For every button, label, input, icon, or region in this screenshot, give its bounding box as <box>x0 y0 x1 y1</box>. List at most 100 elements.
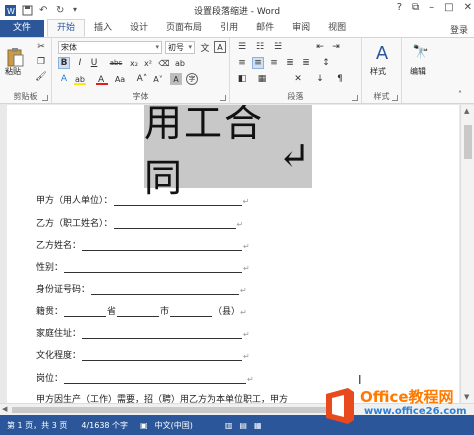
cut-icon[interactable]: ✂ <box>35 41 47 53</box>
line-party-b[interactable]: 乙方（职工姓名）： ↵ <box>36 216 243 229</box>
web-layout-icon[interactable]: ▦ <box>254 421 262 430</box>
decrease-indent-icon[interactable]: ⇤ <box>314 41 326 53</box>
line-label: 身份证号码： <box>36 285 91 295</box>
align-left-icon[interactable]: ≡ <box>236 57 248 69</box>
multilevel-list-icon[interactable]: ☱ <box>272 41 284 53</box>
tab-home[interactable]: 开始 <box>47 19 86 37</box>
print-layout-icon[interactable]: ▤ <box>239 421 247 430</box>
page-count[interactable]: 第 1 页，共 3 页 <box>7 420 67 431</box>
line-address[interactable]: 家庭住址： ↵ <box>36 326 250 339</box>
text-effect-icon[interactable]: A <box>58 73 70 85</box>
county-label: （县） <box>213 307 241 317</box>
strikethrough-button[interactable]: abc <box>110 57 123 69</box>
italic-button[interactable]: I <box>74 57 86 69</box>
line-native-place[interactable]: 籍贯： 省 市 （县） ↵ <box>36 304 247 317</box>
align-center-icon[interactable]: ≡ <box>252 57 264 69</box>
font-launcher-icon[interactable] <box>220 95 226 101</box>
editing-icon[interactable]: 🔭 <box>410 41 432 63</box>
justify-icon[interactable]: ≣ <box>284 57 296 69</box>
tab-design[interactable]: 设计 <box>121 20 157 37</box>
wen-icon[interactable]: 文 <box>199 41 211 54</box>
proofing-icon[interactable]: ▣ <box>140 421 148 430</box>
paragraph-group: ☰ ☷ ☱ ⇤ ⇥ ≡ ≡ ≡ ≣ ≣ ↕ ◧ ▦ ✕ ↓ ¶ 段落 <box>230 38 362 104</box>
line-gender[interactable]: 性别： ↵ <box>36 260 250 273</box>
word-count[interactable]: 4/1638 个字 <box>81 420 128 431</box>
paragraph-launcher-icon[interactable] <box>352 95 358 101</box>
chevron-down-icon: ▾ <box>155 43 159 51</box>
ribbon-display-button[interactable]: ⧉ <box>412 2 419 13</box>
document-page[interactable]: 用工合同 ↵ 甲方（用人单位）： ↵ 乙方（职工姓名）： ↵ 乙方姓名： ↵ 性别… <box>7 105 459 403</box>
read-mode-icon[interactable]: ▥ <box>225 421 233 430</box>
vertical-scroll-thumb[interactable] <box>464 125 472 159</box>
subscript-button[interactable]: x₂ <box>128 57 140 69</box>
tab-view[interactable]: 视图 <box>319 20 355 37</box>
shading-icon[interactable]: ◧ <box>236 73 248 85</box>
ribbon-tabs: 文件 开始 插入 设计 页面布局 引用 邮件 审阅 视图 登录 <box>0 19 474 38</box>
font-group: 宋体 ▾ 初号 ▾ 文 A B I U abc x₂ x² ⌫ ab A ab A … <box>52 38 230 104</box>
tab-insert[interactable]: 插入 <box>85 20 121 37</box>
font-size-combo[interactable]: 初号 ▾ <box>165 41 195 54</box>
line-name[interactable]: 乙方姓名： ↵ <box>36 238 250 251</box>
borders-icon[interactable]: ▦ <box>256 73 268 85</box>
vertical-scrollbar[interactable]: ▲ ▼ <box>460 105 474 403</box>
line-id-number[interactable]: 身份证号码： ↵ <box>36 282 247 295</box>
blank-underline <box>91 286 240 295</box>
numbering-icon[interactable]: ☷ <box>254 41 266 53</box>
font-group-label: 字体 <box>132 92 149 101</box>
font-name-combo[interactable]: 宋体 ▾ <box>58 41 162 54</box>
language-indicator[interactable]: 中文(中国) <box>155 420 193 431</box>
editing-label[interactable]: 编辑 <box>410 66 426 77</box>
line-spacing-icon[interactable]: ↕ <box>320 57 332 69</box>
heading-selection[interactable]: 用工合同 ↵ <box>144 105 312 200</box>
increase-indent-icon[interactable]: ⇥ <box>330 41 342 53</box>
styles-group: A 样式 样式 <box>362 38 402 104</box>
scroll-left-icon[interactable]: ◀ <box>2 405 7 413</box>
tab-review[interactable]: 审阅 <box>283 20 319 37</box>
change-case-icon[interactable]: Aa <box>114 73 126 85</box>
styles-launcher-icon[interactable] <box>392 95 398 101</box>
help-button[interactable]: ? <box>397 2 402 13</box>
font-color-icon[interactable]: A <box>96 73 108 85</box>
enclose-char-icon[interactable]: 字 <box>186 73 198 85</box>
line-education[interactable]: 文化程度： ↵ <box>36 348 250 361</box>
phonetic-icon[interactable]: ab <box>174 57 186 69</box>
copy-icon[interactable]: ❐ <box>35 56 47 68</box>
sort-icon[interactable]: ↓ <box>314 73 326 85</box>
login-link[interactable]: 登录 <box>450 23 468 36</box>
clear-format-icon[interactable]: ⌫ <box>158 57 170 69</box>
line-party-a[interactable]: 甲方（用人单位）： ↵ <box>36 193 249 206</box>
format-painter-icon[interactable]: 🖌 <box>35 71 47 83</box>
styles-icon[interactable]: A <box>370 41 394 65</box>
tab-mailings[interactable]: 邮件 <box>247 20 283 37</box>
minimize-button[interactable]: – <box>429 2 434 13</box>
line-label: 文化程度： <box>36 351 82 361</box>
char-border-icon[interactable]: A <box>214 41 226 53</box>
tab-references[interactable]: 引用 <box>211 20 247 37</box>
align-right-icon[interactable]: ≡ <box>268 57 280 69</box>
tab-layout[interactable]: 页面布局 <box>157 20 211 37</box>
line-body-text[interactable]: 甲方因生产（工作）需要，招（聘）用乙方为本单位职工，甲方 <box>36 392 288 403</box>
bold-button[interactable]: B <box>58 57 70 69</box>
close-button[interactable]: ✕ <box>464 2 472 13</box>
collapse-ribbon-icon[interactable]: ˄ <box>458 90 462 99</box>
char-shading-icon[interactable]: A <box>170 73 182 85</box>
superscript-button[interactable]: x² <box>142 57 154 69</box>
paragraph-mark-icon: ↵ <box>243 264 250 273</box>
grow-font-icon[interactable]: A˄ <box>136 73 148 85</box>
clipboard-launcher-icon[interactable] <box>42 95 48 101</box>
maximize-button[interactable]: □ <box>444 2 453 13</box>
blank-underline <box>82 330 243 339</box>
tab-file[interactable]: 文件 <box>0 20 44 37</box>
document-area: 用工合同 ↵ 甲方（用人单位）： ↵ 乙方（职工姓名）： ↵ 乙方姓名： ↵ 性别… <box>0 105 460 403</box>
line-position[interactable]: 岗位： ↵ <box>36 371 254 384</box>
chinese-layout-icon[interactable]: ✕ <box>292 73 304 85</box>
paragraph-mark-icon: ↵ <box>278 133 312 178</box>
underline-button[interactable]: U <box>88 57 100 69</box>
highlight-icon[interactable]: ab <box>74 73 86 85</box>
scroll-up-icon[interactable]: ▲ <box>464 107 469 115</box>
distributed-icon[interactable]: ≣ <box>300 57 312 69</box>
show-marks-icon[interactable]: ¶ <box>334 73 346 85</box>
bullets-icon[interactable]: ☰ <box>236 41 248 53</box>
shrink-font-icon[interactable]: A˅ <box>152 73 164 85</box>
horizontal-scroll-thumb[interactable] <box>12 407 342 413</box>
